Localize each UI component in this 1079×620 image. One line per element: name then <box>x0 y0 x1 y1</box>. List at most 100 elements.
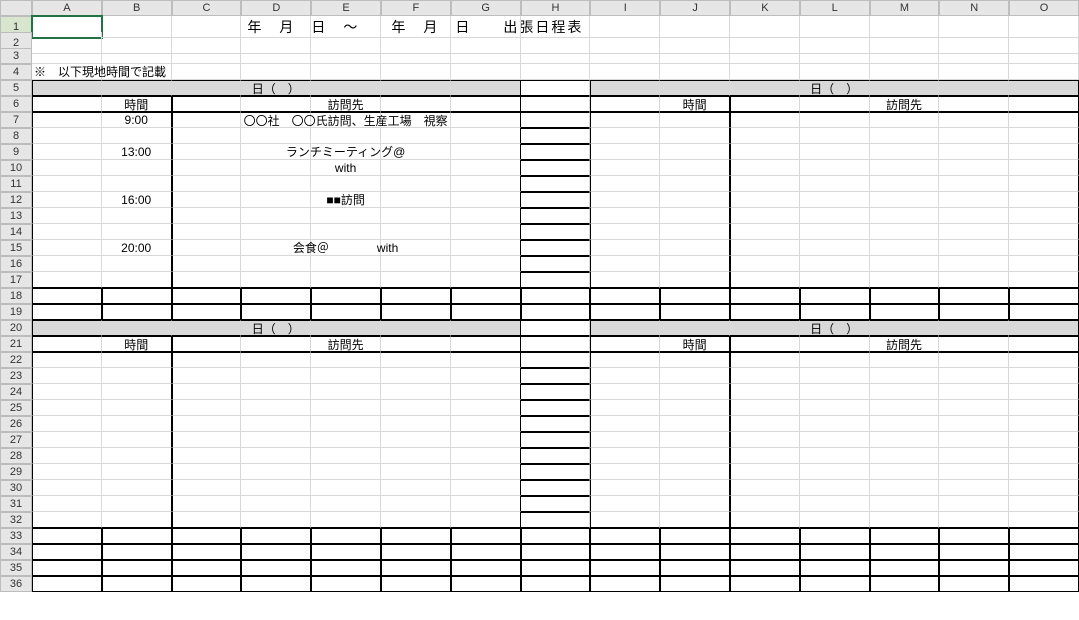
cell-H35[interactable] <box>521 560 591 576</box>
cell-F36[interactable] <box>381 576 451 592</box>
cell-G19[interactable] <box>451 304 521 320</box>
cell-I9[interactable] <box>590 144 660 160</box>
cell-L28[interactable] <box>800 448 870 464</box>
cell-M22[interactable] <box>870 352 940 368</box>
cell-A21[interactable] <box>32 336 102 352</box>
cell-G25[interactable] <box>451 400 521 416</box>
cell-C14[interactable] <box>172 224 242 240</box>
cell-L30[interactable] <box>800 480 870 496</box>
cell-M23[interactable] <box>870 368 940 384</box>
cell-N9[interactable] <box>939 144 1009 160</box>
cell-D11[interactable] <box>241 176 311 192</box>
cell-D22[interactable] <box>241 352 311 368</box>
cell-F3[interactable] <box>381 48 451 64</box>
cell-H34[interactable] <box>521 544 591 560</box>
cell-E4[interactable] <box>311 64 381 80</box>
cell-E26[interactable] <box>311 416 381 432</box>
cell-E27[interactable] <box>311 432 381 448</box>
cell-J16[interactable] <box>660 256 730 272</box>
cell-K29[interactable] <box>730 464 800 480</box>
cell-O17[interactable] <box>1009 272 1079 288</box>
cell-A36[interactable] <box>32 576 102 592</box>
cell-K4[interactable] <box>730 64 800 80</box>
col-dest-2[interactable]: 訪問先 <box>870 96 940 112</box>
cell-G24[interactable] <box>451 384 521 400</box>
cell-K30[interactable] <box>730 480 800 496</box>
cell-I17[interactable] <box>590 272 660 288</box>
cell-A20[interactable] <box>32 320 102 336</box>
cell-B35[interactable] <box>102 560 172 576</box>
row-header-14[interactable]: 14 <box>0 224 32 240</box>
col-dest-1[interactable]: 訪問先 <box>311 96 381 112</box>
cell-I21[interactable] <box>590 336 660 352</box>
cell-O12[interactable] <box>1009 192 1079 208</box>
cell-H32[interactable] <box>521 512 591 528</box>
cell-A15[interactable] <box>32 240 102 256</box>
cell-N35[interactable] <box>939 560 1009 576</box>
col-header-A[interactable]: A <box>32 0 102 16</box>
cell-J32[interactable] <box>660 512 730 528</box>
day-header-3[interactable]: 日（ ） <box>241 320 311 336</box>
row-header-9[interactable]: 9 <box>0 144 32 160</box>
cell-M5[interactable] <box>870 80 940 96</box>
cell-I10[interactable] <box>590 160 660 176</box>
cell-E33[interactable] <box>311 528 381 544</box>
cell-D4[interactable] <box>241 64 311 80</box>
col-time-2[interactable]: 時間 <box>660 96 730 112</box>
cell-O10[interactable] <box>1009 160 1079 176</box>
cell-N16[interactable] <box>939 256 1009 272</box>
cell-A6[interactable] <box>32 96 102 112</box>
cell-K17[interactable] <box>730 272 800 288</box>
cell-H13[interactable] <box>521 208 591 224</box>
cell-A25[interactable] <box>32 400 102 416</box>
cell-I35[interactable] <box>590 560 660 576</box>
cell-G20[interactable] <box>451 320 521 336</box>
cell-K11[interactable] <box>730 176 800 192</box>
cell-B3[interactable] <box>102 48 172 64</box>
cell-F24[interactable] <box>381 384 451 400</box>
sched-time-2[interactable] <box>102 160 172 176</box>
cell-O30[interactable] <box>1009 480 1079 496</box>
col-dest-4[interactable]: 訪問先 <box>870 336 940 352</box>
cell-O31[interactable] <box>1009 496 1079 512</box>
row-header-3[interactable]: 3 <box>0 48 32 64</box>
cell-J31[interactable] <box>660 496 730 512</box>
cell-A3[interactable] <box>32 48 102 64</box>
cell-G17[interactable] <box>451 272 521 288</box>
cell-N21[interactable] <box>939 336 1009 352</box>
row-header-35[interactable]: 35 <box>0 560 32 576</box>
cell-J15[interactable] <box>660 240 730 256</box>
cell-B17[interactable] <box>102 272 172 288</box>
col-header-E[interactable]: E <box>311 0 381 16</box>
cell-L8[interactable] <box>800 128 870 144</box>
cell-E30[interactable] <box>311 480 381 496</box>
cell-G30[interactable] <box>451 480 521 496</box>
cell-N31[interactable] <box>939 496 1009 512</box>
col-time-3[interactable]: 時間 <box>102 336 172 352</box>
cell-M25[interactable] <box>870 400 940 416</box>
cell-K14[interactable] <box>730 224 800 240</box>
cell-L31[interactable] <box>800 496 870 512</box>
sched-dest-2[interactable]: with <box>311 160 381 176</box>
cell-N27[interactable] <box>939 432 1009 448</box>
row-header-20[interactable]: 20 <box>0 320 32 336</box>
sched-time-0[interactable]: 9:00 <box>102 112 172 128</box>
col-time-4[interactable]: 時間 <box>660 336 730 352</box>
cell-I5[interactable] <box>590 80 660 96</box>
cell-A14[interactable] <box>32 224 102 240</box>
col-header-G[interactable]: G <box>451 0 521 16</box>
cell-C12[interactable] <box>172 192 242 208</box>
cell-L9[interactable] <box>800 144 870 160</box>
cell-H19[interactable] <box>521 304 591 320</box>
cell-A11[interactable] <box>32 176 102 192</box>
cell-G33[interactable] <box>451 528 521 544</box>
cell-D28[interactable] <box>241 448 311 464</box>
col-header-D[interactable]: D <box>241 0 311 16</box>
cell-L3[interactable] <box>800 48 870 64</box>
cell-D29[interactable] <box>241 464 311 480</box>
cell-H36[interactable] <box>521 576 591 592</box>
col-header-K[interactable]: K <box>730 0 800 16</box>
cell-A32[interactable] <box>32 512 102 528</box>
cell-H33[interactable] <box>521 528 591 544</box>
cell-I13[interactable] <box>590 208 660 224</box>
